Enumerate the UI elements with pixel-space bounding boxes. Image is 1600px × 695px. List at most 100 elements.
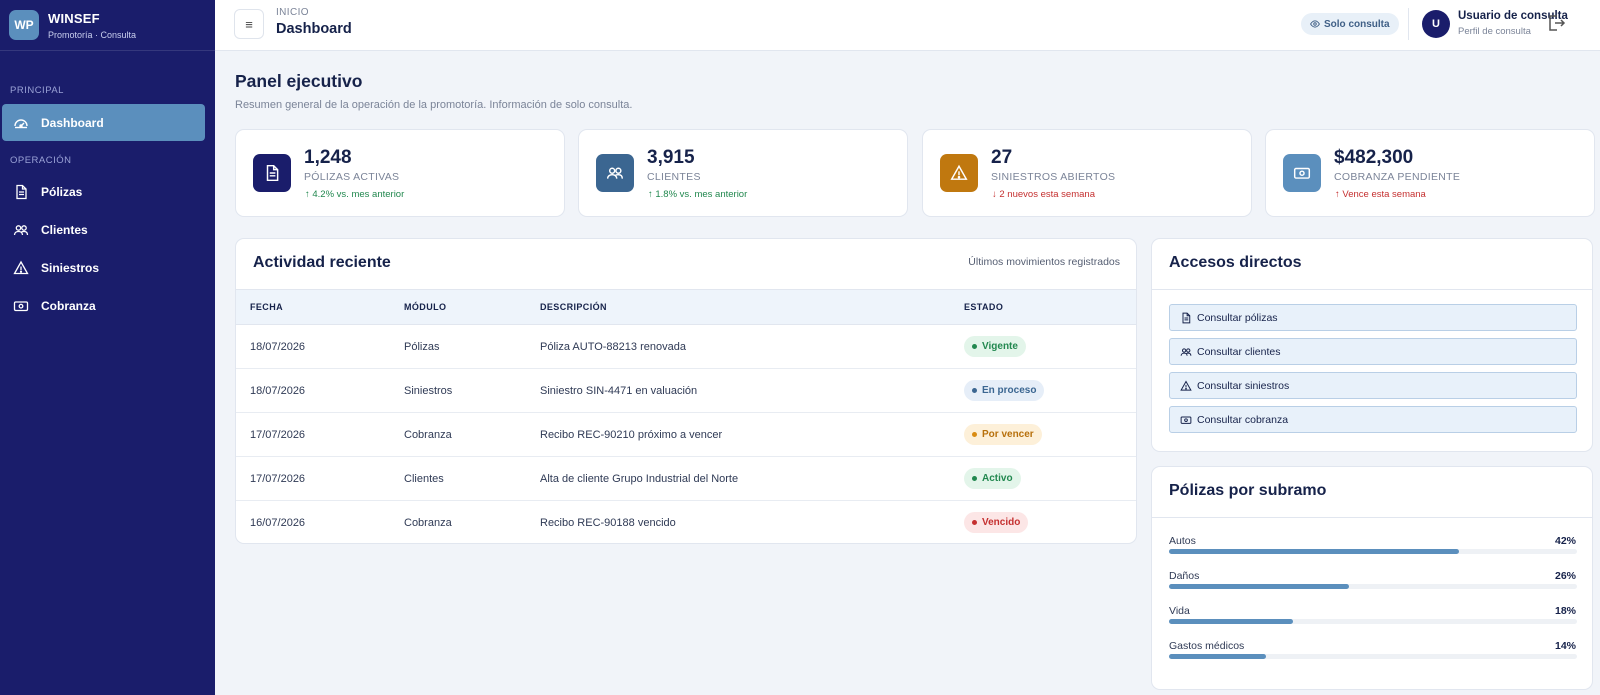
sidebar-item-siniestros[interactable]: Siniestros [2,249,205,286]
section-label-operacion: OPERACIÓN [10,155,72,166]
document-icon [1182,312,1191,323]
column-header: MÓDULO [404,302,447,312]
table-row[interactable]: 17/07/2026 Cobranza Recibo REC-90210 pró… [236,413,1136,457]
card-title: Pólizas por subramo [1169,482,1327,499]
sidebar-item-label: Siniestros [41,260,100,275]
subramo-bar-fill [1169,584,1349,589]
kpi-label: COBRANZA PENDIENTE [1334,171,1461,183]
subramo-bar-fill [1169,549,1460,554]
subramo-percent: 18% [1554,605,1576,617]
divider [1152,289,1592,290]
table-row[interactable]: 16/07/2026 Cobranza Recibo REC-90188 ven… [236,501,1136,543]
kpi-label: CLIENTES [647,171,701,183]
cell-modulo: Cobranza [404,517,452,529]
quick-link-label: Consultar siniestros [1197,379,1290,392]
subramo-bar-track [1169,549,1577,554]
gauge-icon [14,118,28,128]
status-badge: Vigente [964,336,1026,357]
warning-icon [1180,380,1192,391]
column-header: ESTADO [964,302,1004,312]
table-header: FECHA MÓDULO DESCRIPCIÓN ESTADO [236,289,1136,325]
kpi-value: 3,915 [647,147,695,168]
sidebar-item-dashboard[interactable]: Dashboard [2,104,205,141]
menu-toggle-button[interactable]: ≡ [234,9,264,39]
quick-link-cobranza[interactable]: Consultar cobranza [1169,406,1577,433]
status-badge: Vencido [964,512,1029,533]
subramo-percent: 42% [1554,535,1576,547]
quick-link-siniestros[interactable]: Consultar siniestros [1169,372,1577,399]
kpi-trend: ↑ Vence esta semana [1335,189,1426,200]
kpi-value: 27 [991,147,1013,168]
quick-link-label: Consultar cobranza [1197,413,1289,426]
logout-icon[interactable] [1546,13,1566,33]
table-row[interactable]: 17/07/2026 Clientes Alta de cliente Grup… [236,457,1136,501]
kpi-trend: ↑ 4.2% vs. mes anterior [305,189,405,200]
subramo-bar-fill [1169,619,1294,624]
sidebar-item-label: Cobranza [41,298,96,313]
subramo-percent: 26% [1554,570,1576,582]
table-row[interactable]: 18/07/2026 Pólizas Póliza AUTO-88213 ren… [236,325,1136,369]
table-row[interactable]: 18/07/2026 Siniestros Siniestro SIN-4471… [236,369,1136,413]
cell-modulo: Siniestros [404,385,453,397]
subramo-label: Autos [1169,535,1196,547]
cell-fecha: 17/07/2026 [250,429,306,441]
cell-descripcion: Recibo REC-90210 próximo a vencer [540,429,723,441]
page-subtitle: Resumen general de la operación de la pr… [235,99,633,111]
kpi-label: SINIESTROS ABIERTOS [991,171,1116,183]
breadcrumb[interactable]: INICIO [276,7,309,18]
kpi-trend: ↓ 2 nuevos esta semana [992,189,1095,200]
divider [1152,517,1592,518]
quick-link-polizas[interactable]: Consultar pólizas [1169,304,1577,331]
kpi-card-clientes: 3,915 CLIENTES ↑ 1.8% vs. mes anterior [578,129,908,217]
avatar[interactable]: U [1422,10,1450,38]
top-header: ≡ INICIO Dashboard Solo consulta U Usuar… [215,0,1600,51]
warning-icon [950,164,968,180]
recent-activity-card: Actividad reciente Últimos movimientos r… [235,238,1137,544]
document-icon [266,164,279,182]
brand-name: WINSEF [48,10,100,26]
sidebar-item-cobranza[interactable]: Cobranza [2,287,205,324]
warning-icon [13,260,29,274]
cell-fecha: 17/07/2026 [250,473,306,485]
status-badge: En proceso [964,380,1045,401]
quick-link-clientes[interactable]: Consultar clientes [1169,338,1577,365]
sidebar-item-label: Dashboard [41,115,104,130]
readonly-badge-label: Solo consulta [1324,18,1390,30]
header-title: Dashboard [276,21,352,37]
users-icon [13,224,29,235]
subramo-percent: 14% [1554,640,1576,652]
kpi-icon-box [940,154,978,192]
kpi-label: PÓLIZAS ACTIVAS [304,171,400,183]
status-badge: Por vencer [964,424,1042,445]
subramo-bar-track [1169,584,1577,589]
table-body: 18/07/2026 Pólizas Póliza AUTO-88213 ren… [236,325,1136,543]
quick-link-label: Consultar clientes [1197,345,1281,358]
readonly-badge: Solo consulta [1301,13,1399,35]
section-label-principal: PRINCIPAL [10,85,64,96]
cell-descripcion: Alta de cliente Grupo Industrial del Nor… [540,473,739,485]
cell-fecha: 18/07/2026 [250,341,306,353]
kpi-card-siniestros: 27 SINIESTROS ABIERTOS ↓ 2 nuevos esta s… [922,129,1252,217]
eye-icon [1310,20,1320,28]
kpi-value: $482,300 [1334,147,1414,168]
kpi-card-cobranza: $482,300 COBRANZA PENDIENTE ↑ Vence esta… [1265,129,1595,217]
kpi-value: 1,248 [304,147,352,168]
sidebar-item-clientes[interactable]: Clientes [2,211,205,248]
sidebar-item-polizas[interactable]: Pólizas [2,173,205,210]
cell-modulo: Cobranza [404,429,452,441]
sidebar-item-label: Clientes [41,222,88,237]
cell-descripcion: Póliza AUTO-88213 renovada [540,341,686,353]
kpi-icon-box [1283,154,1321,192]
header-divider [1408,8,1409,40]
cell-modulo: Pólizas [404,341,440,353]
hamburger-icon: ≡ [245,16,253,32]
cell-fecha: 16/07/2026 [250,517,306,529]
users-icon [606,167,624,179]
brand-logo: WP [9,10,39,40]
quick-access-card: Accesos directos Consultar pólizas Consu… [1151,238,1593,452]
card-meta: Últimos movimientos registrados [968,256,1120,268]
status-badge: Activo [964,468,1021,489]
cell-modulo: Clientes [404,473,444,485]
kpi-trend: ↑ 1.8% vs. mes anterior [648,189,748,200]
brand-subtitle: Promotoría · Consulta [48,29,137,40]
